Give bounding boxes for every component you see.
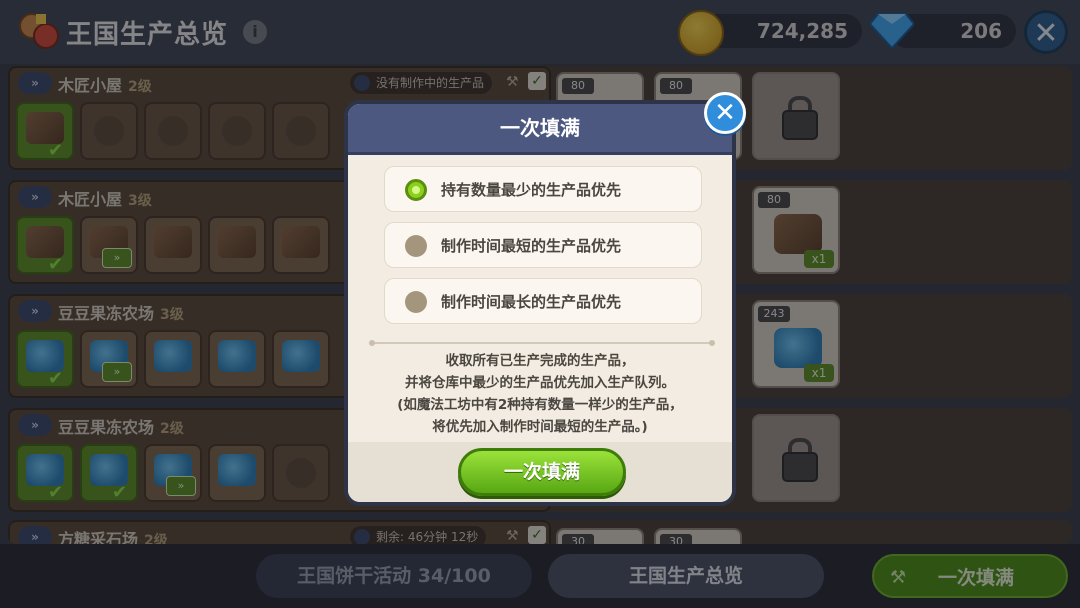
option-label: 持有数量最少的生产品优先 [441, 181, 622, 199]
dialog-header: 一次填满 [348, 104, 732, 155]
dialog-title: 一次填满 [500, 116, 580, 140]
confirm-fill-button[interactable]: 一次填满 [458, 448, 626, 496]
option-least-quantity[interactable]: 持有数量最少的生产品优先 [384, 166, 702, 212]
divider [369, 340, 715, 346]
fill-all-dialog: 一次填满 持有数量最少的生产品优先 制作时间最短的生产品优先 制作时间最长的生产… [344, 100, 736, 506]
radio-icon[interactable] [405, 235, 427, 257]
option-label: 制作时间最长的生产品优先 [441, 293, 622, 311]
option-longest-time[interactable]: 制作时间最长的生产品优先 [384, 278, 702, 324]
radio-selected-icon[interactable] [405, 179, 427, 201]
radio-icon[interactable] [405, 291, 427, 313]
dialog-description: 收取所有已生产完成的生产品， 并将仓库中最少的生产品优先加入生产队列。 (如魔法… [397, 353, 683, 435]
option-label: 制作时间最短的生产品优先 [441, 237, 622, 255]
option-shortest-time[interactable]: 制作时间最短的生产品优先 [384, 222, 702, 268]
dialog-close-button[interactable]: ✕ [704, 92, 746, 134]
